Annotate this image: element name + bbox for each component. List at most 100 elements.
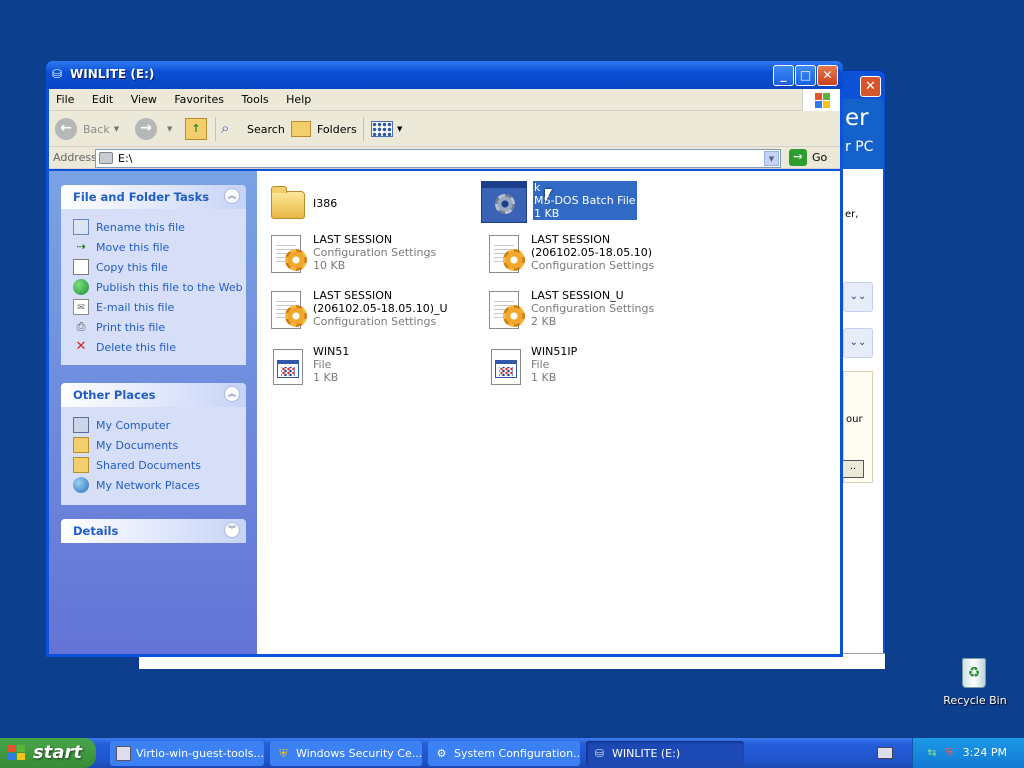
menu-tools[interactable]: Tools [235, 89, 276, 106]
address-field[interactable]: E:\ ▼ [95, 149, 781, 168]
maximize-button[interactable]: □ [795, 65, 816, 86]
task-print-file[interactable]: ⎙ Print this file [73, 317, 246, 337]
file-item[interactable]: LAST SESSION (206102.05-18.05.10)_U Conf… [265, 289, 465, 337]
menu-help[interactable]: Help [279, 89, 318, 106]
address-dropdown-icon[interactable]: ▼ [764, 151, 779, 166]
place-my-documents[interactable]: My Documents [73, 435, 246, 455]
title-bar[interactable]: ⛁ WINLITE (E:) _ □ ✕ [46, 61, 843, 89]
system-tray: ⇆ ⛨ 3:24 PM [912, 738, 1024, 768]
task-move-file[interactable]: ⇢ Move this file [73, 237, 246, 257]
file-item[interactable]: I386 [265, 181, 465, 229]
network-tray-icon[interactable]: ⇆ [925, 746, 939, 760]
mouse-cursor-icon [545, 189, 552, 203]
task-publish-web[interactable]: Publish this file to the Web [73, 277, 246, 297]
task-label: Move this file [96, 240, 170, 254]
keyboard-layout-icon[interactable] [877, 747, 893, 759]
go-arrow-icon: → [789, 149, 807, 166]
task-email-file[interactable]: ✉ E-mail this file [73, 297, 246, 317]
background-window-panel-button[interactable]: .. [842, 460, 864, 478]
task-pane: File and Folder Tasks ︽ Rename this file… [49, 171, 257, 654]
taskbar-button-label: Windows Security Ce... [296, 747, 422, 760]
search-button[interactable]: ⌕ Search [221, 115, 285, 143]
back-dropdown-icon[interactable]: ▼ [114, 125, 119, 133]
back-button[interactable]: ← Back ▼ [55, 115, 119, 143]
file-type: Configuration Settings [313, 315, 437, 328]
file-size: 2 KB [531, 315, 557, 328]
address-bar: Address E:\ ▼ → Go [49, 147, 840, 169]
file-item-selected[interactable]: k MS-DOS Batch File 1 KB [481, 181, 681, 229]
delete-icon: ✕ [75, 339, 87, 354]
menu-favorites[interactable]: Favorites [167, 89, 231, 106]
search-icon: ⌕ [221, 119, 230, 137]
background-window-expand-button[interactable]: ⌄⌄ [843, 282, 873, 312]
details-header[interactable]: Details ︾ [61, 519, 246, 543]
collapse-chevron-icon[interactable]: ︽ [224, 188, 240, 204]
installer-icon [116, 746, 131, 761]
toolbar-separator [363, 117, 364, 141]
background-window-panel-text-fragment: our [846, 414, 863, 425]
close-button[interactable]: ✕ [817, 65, 838, 86]
views-button[interactable]: ▼ [371, 115, 402, 143]
config-file-icon [483, 233, 527, 277]
task-rename-file[interactable]: Rename this file [73, 217, 246, 237]
taskbar-button-security-center[interactable]: ⛨ Windows Security Ce... [270, 741, 422, 766]
background-window-text-fragment: er, [845, 209, 859, 220]
other-places-header[interactable]: Other Places ︽ [61, 383, 246, 407]
shield-icon: ⛨ [279, 747, 288, 760]
back-arrow-icon: ← [55, 118, 77, 140]
printer-icon: ⎙ [76, 320, 86, 333]
views-icon [371, 121, 393, 137]
place-my-network[interactable]: My Network Places [73, 475, 246, 495]
generic-file-icon [265, 345, 309, 389]
taskbar-button-winlite[interactable]: ⛁ WINLITE (E:) [586, 741, 744, 766]
file-folder-tasks-header[interactable]: File and Folder Tasks ︽ [61, 185, 246, 209]
background-window-close-button[interactable]: ✕ [860, 76, 881, 97]
menu-view[interactable]: View [124, 89, 164, 106]
clock[interactable]: 3:24 PM [963, 746, 1007, 759]
toolbar-separator [215, 117, 216, 141]
views-dropdown-icon[interactable]: ▼ [397, 125, 402, 133]
file-item[interactable]: WIN51IP File 1 KB [483, 345, 683, 393]
background-window-title-fragment: er [845, 105, 869, 131]
other-places-panel: Other Places ︽ My Computer My Documents … [61, 383, 246, 505]
forward-dropdown-icon[interactable]: ▼ [167, 125, 172, 133]
background-window-expand-button[interactable]: ⌄⌄ [843, 328, 873, 358]
taskbar-button-system-config[interactable]: ⚙ System Configuration... [428, 741, 580, 766]
go-button[interactable]: → Go [789, 149, 827, 166]
minimize-button[interactable]: _ [773, 65, 794, 86]
windows-logo-icon [802, 89, 840, 111]
explorer-window[interactable]: ⛁ WINLITE (E:) _ □ ✕ File Edit View Favo… [46, 61, 843, 657]
file-item[interactable]: LAST SESSION Configuration Settings 10 K… [265, 233, 465, 281]
place-my-computer[interactable]: My Computer [73, 415, 246, 435]
recycle-bin-icon: ♻ [962, 658, 986, 688]
file-name: WIN51IP [531, 345, 578, 358]
taskbar-button-virtio[interactable]: Virtio-win-guest-tools... [110, 741, 264, 766]
menu-file[interactable]: File [49, 89, 81, 106]
drive-icon: ⛁ [594, 747, 605, 760]
collapse-chevron-icon[interactable]: ︽ [224, 386, 240, 402]
file-name-line2: (206102.05-18.05.10)_U [313, 302, 448, 315]
file-type: Configuration Settings [531, 259, 655, 272]
file-name: LAST SESSION_U [531, 289, 624, 302]
start-button[interactable]: start [0, 738, 96, 768]
start-label: start [33, 742, 82, 763]
task-label: E-mail this file [96, 300, 175, 314]
menu-edit[interactable]: Edit [85, 89, 120, 106]
security-alert-shield-icon[interactable]: ⛨ [943, 746, 957, 760]
file-item[interactable]: LAST SESSION (206102.05-18.05.10) Config… [483, 233, 683, 281]
folders-button[interactable]: Folders [291, 115, 357, 143]
task-delete-file[interactable]: ✕ Delete this file [73, 337, 246, 357]
forward-button[interactable]: → ▼ [135, 115, 172, 143]
expand-chevron-icon[interactable]: ︾ [224, 522, 240, 538]
task-label: Copy this file [96, 260, 168, 274]
file-item[interactable]: LAST SESSION_U Configuration Settings 2 … [483, 289, 683, 337]
taskbar-button-label: System Configuration... [454, 747, 580, 760]
task-copy-file[interactable]: Copy this file [73, 257, 246, 277]
recycle-bin-desktop-icon[interactable]: ♻ Recycle Bin [940, 654, 1010, 714]
file-item[interactable]: WIN51 File 1 KB [265, 345, 465, 393]
email-icon: ✉ [73, 299, 89, 315]
place-shared-documents[interactable]: Shared Documents [73, 455, 246, 475]
shared-folder-icon [73, 457, 89, 473]
recycle-bin-label: Recycle Bin [943, 694, 1007, 707]
up-folder-button[interactable]: ↑ [185, 115, 207, 143]
